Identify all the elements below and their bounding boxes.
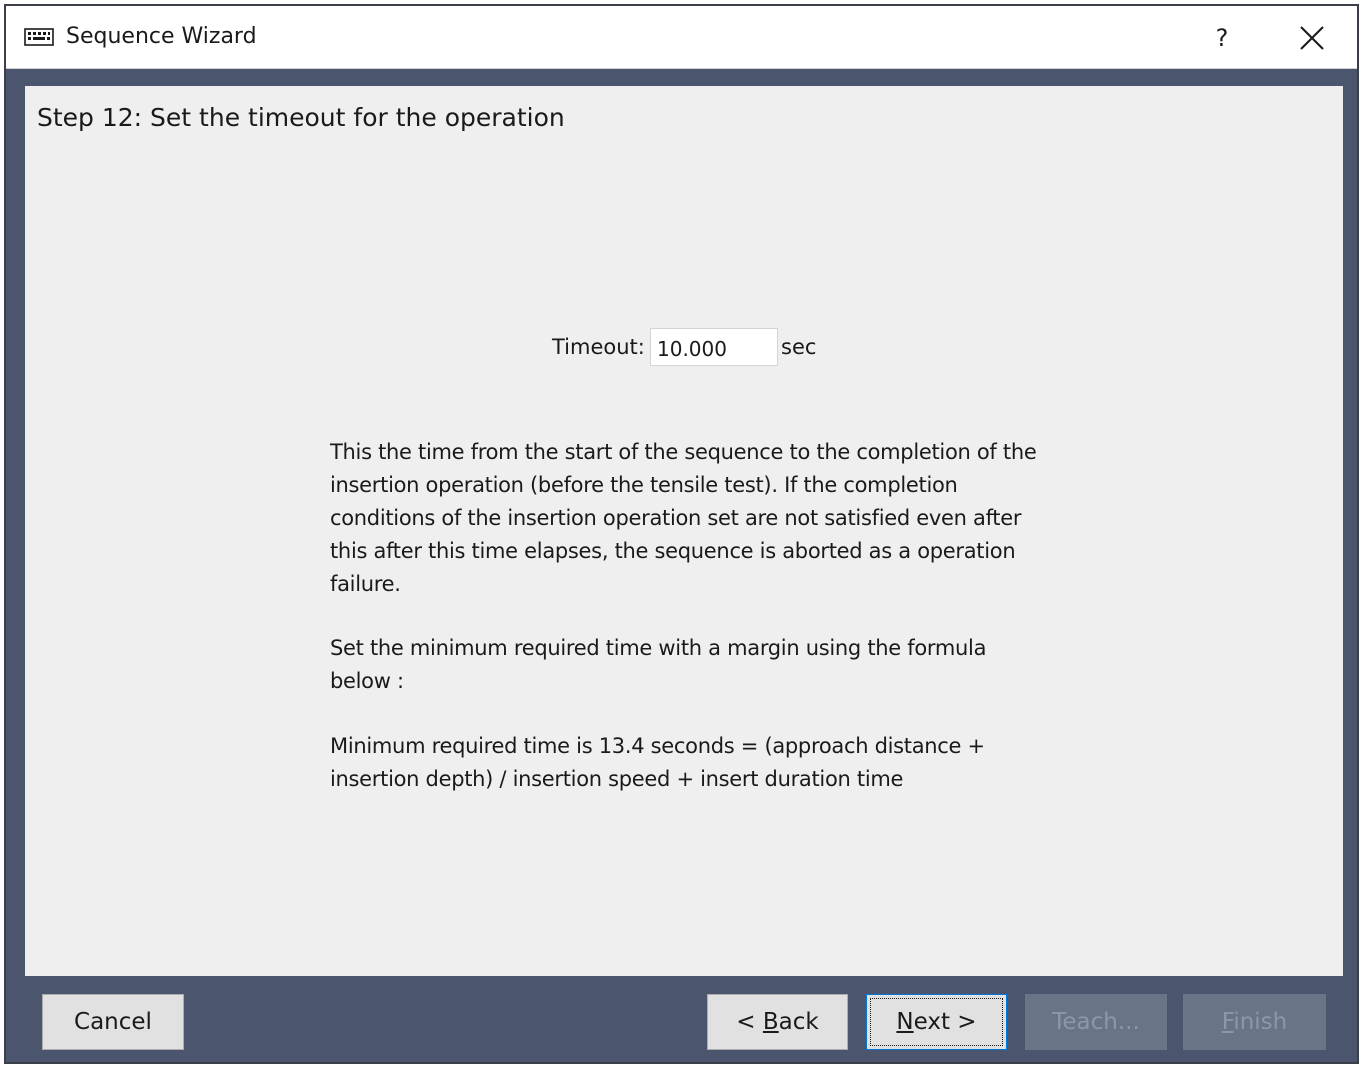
timeout-unit: sec bbox=[781, 335, 817, 359]
window-title: Sequence Wizard bbox=[66, 24, 257, 49]
keyboard-icon bbox=[24, 28, 54, 46]
step-title: Step 12: Set the timeout for the operati… bbox=[37, 103, 565, 132]
timeout-input[interactable] bbox=[650, 328, 778, 366]
description-paragraph-1: This the time from the start of the sequ… bbox=[330, 440, 1037, 596]
close-icon bbox=[1300, 26, 1324, 50]
sequence-wizard-window: Sequence Wizard ? Step 12: Set the timeo… bbox=[4, 4, 1359, 1064]
next-button-label: ext > bbox=[913, 1009, 977, 1035]
back-button[interactable]: < Back bbox=[707, 994, 848, 1050]
finish-button[interactable]: Finish bbox=[1183, 994, 1326, 1050]
finish-button-mnemonic: F bbox=[1221, 1009, 1234, 1035]
help-button[interactable]: ? bbox=[1202, 18, 1242, 58]
description-paragraph-2: Set the minimum required time with a mar… bbox=[330, 636, 987, 693]
next-button[interactable]: Next > bbox=[866, 994, 1007, 1050]
back-button-prefix: < bbox=[736, 1009, 763, 1035]
back-button-mnemonic: B bbox=[762, 1009, 779, 1035]
close-button[interactable] bbox=[1292, 18, 1332, 58]
description-paragraph-3: Minimum required time is 13.4 seconds = … bbox=[330, 734, 985, 791]
wizard-page: Step 12: Set the timeout for the operati… bbox=[25, 86, 1343, 976]
cancel-button[interactable]: Cancel bbox=[42, 994, 184, 1050]
title-bar: Sequence Wizard ? bbox=[6, 6, 1357, 69]
timeout-label: Timeout: bbox=[552, 335, 645, 359]
next-button-mnemonic: N bbox=[896, 1009, 914, 1035]
finish-button-label: inish bbox=[1233, 1009, 1288, 1035]
teach-button[interactable]: Teach... bbox=[1025, 994, 1167, 1050]
back-button-label: ack bbox=[778, 1009, 819, 1035]
